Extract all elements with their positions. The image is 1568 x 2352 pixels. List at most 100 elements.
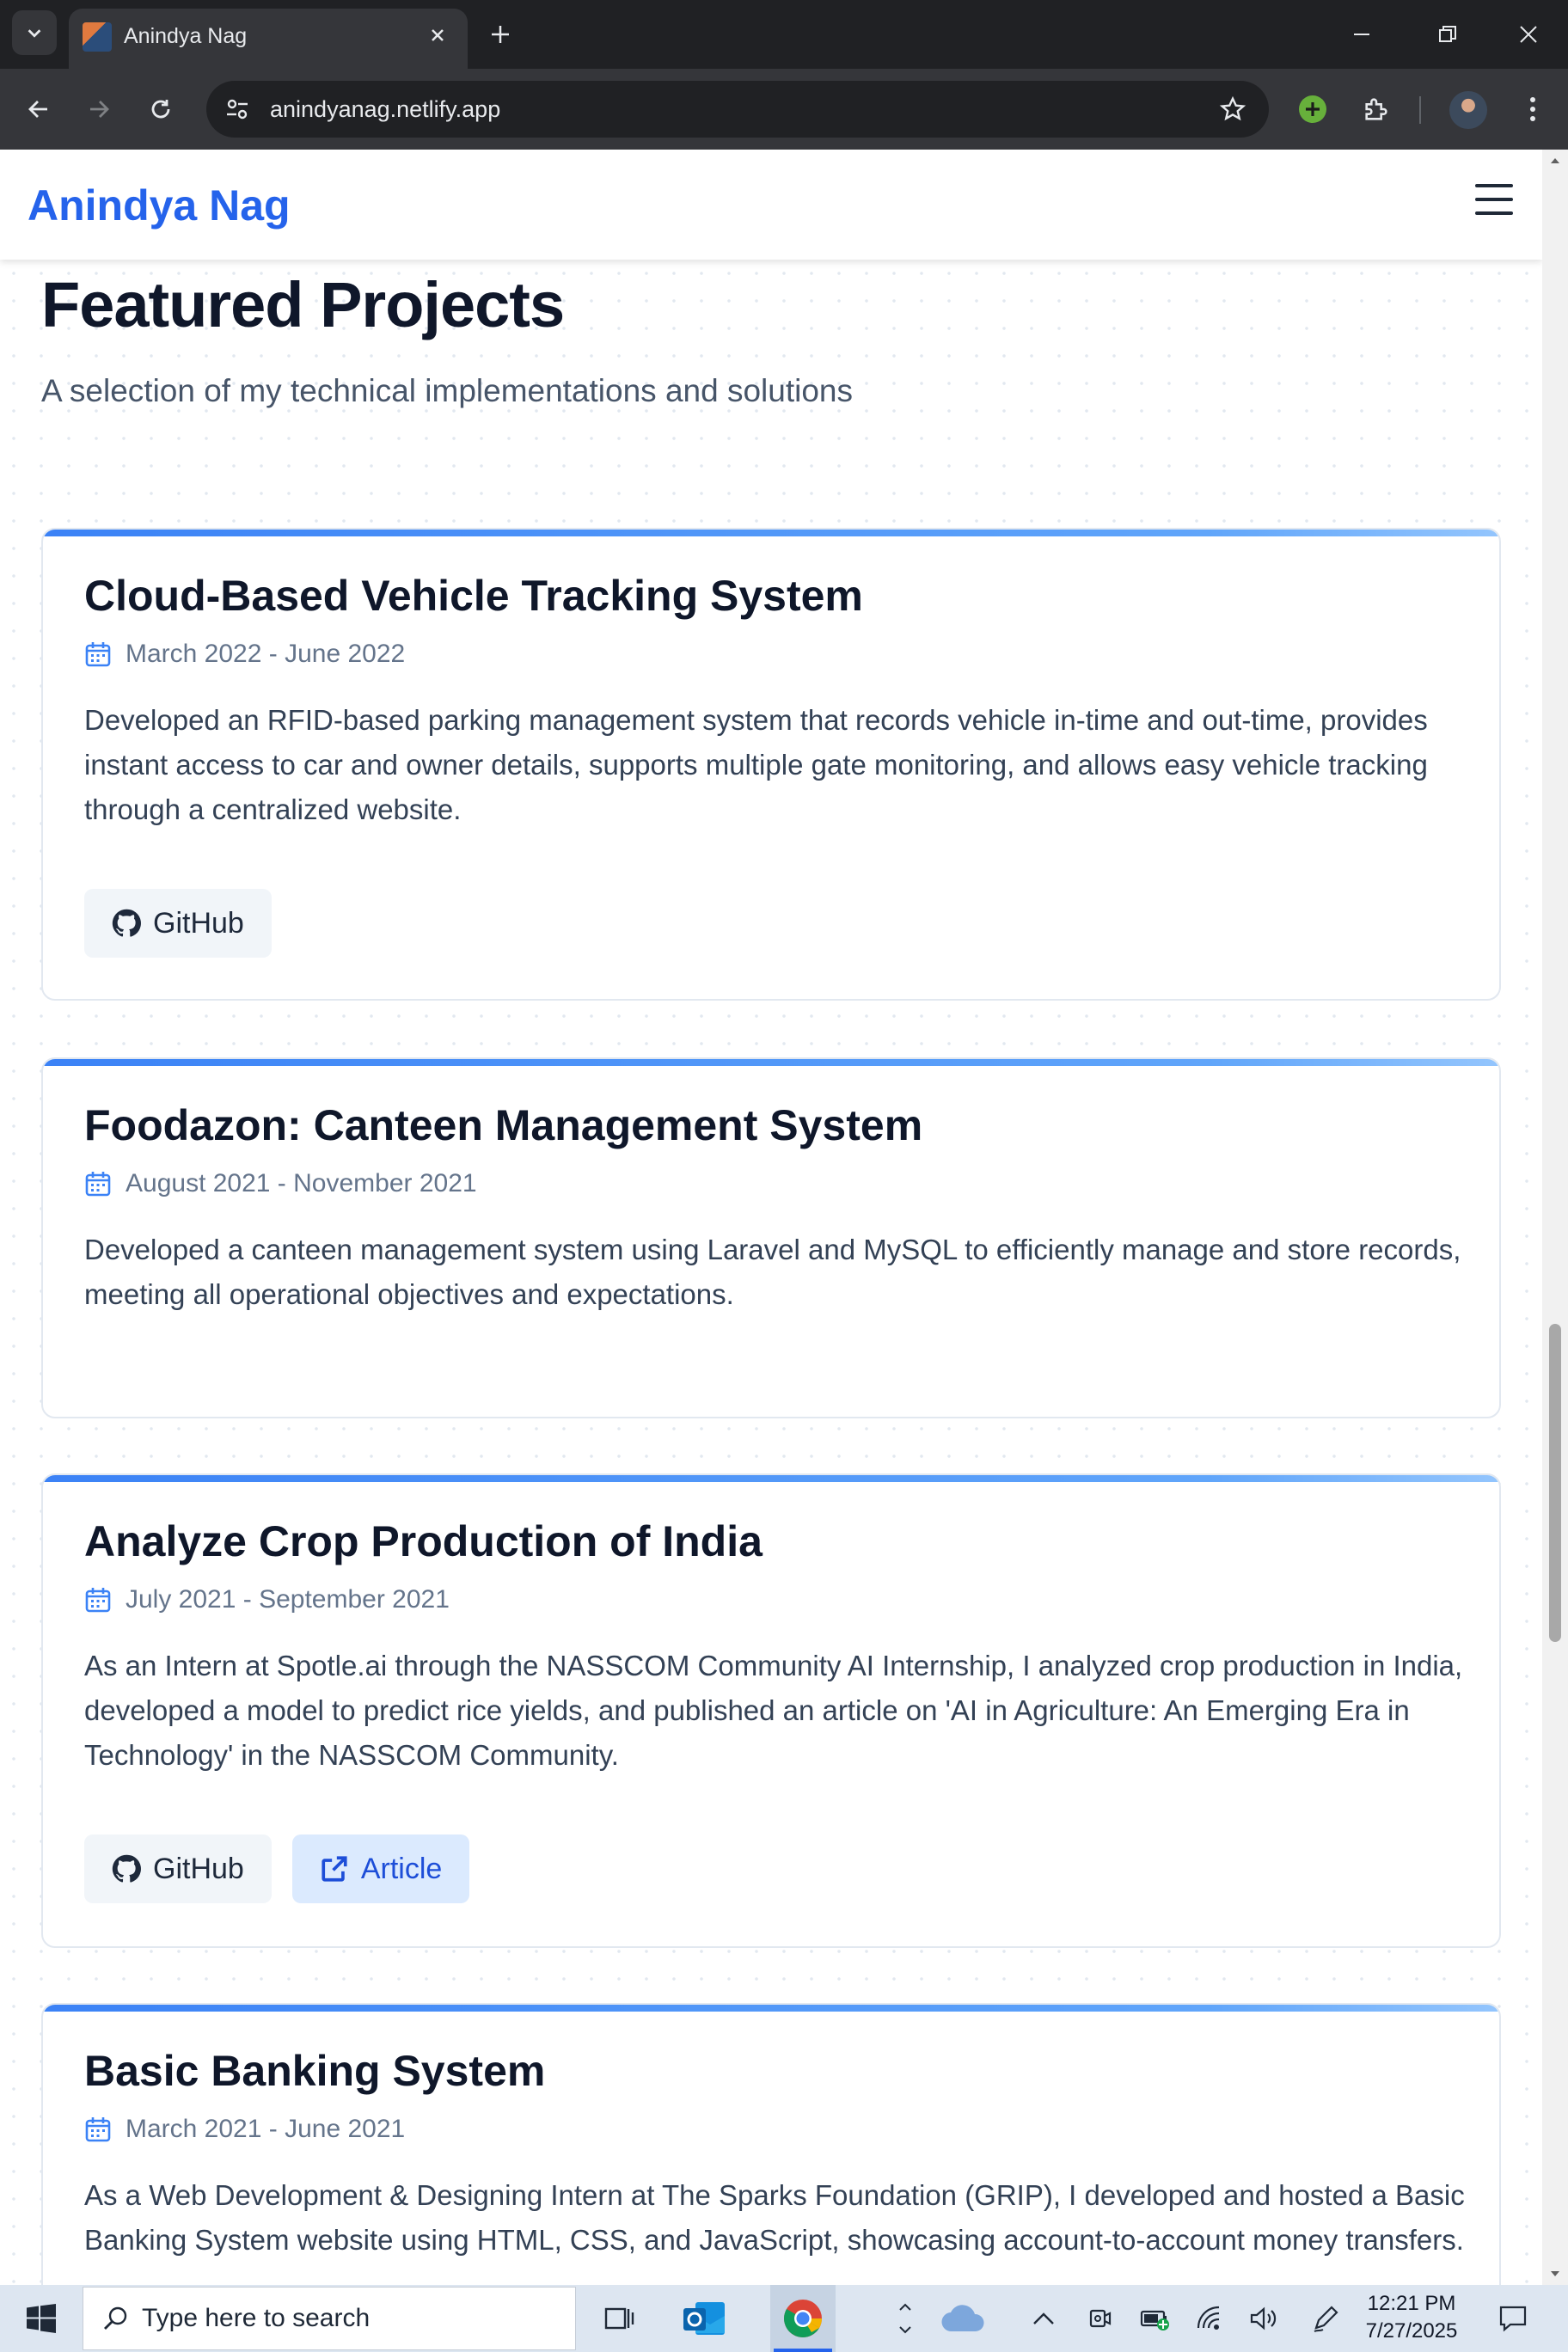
taskbar-search[interactable]: Type here to search <box>83 2287 576 2350</box>
calendar-icon <box>85 642 111 667</box>
meet-now-button[interactable] <box>1081 2285 1116 2352</box>
page-scrollbar[interactable] <box>1542 150 1568 2285</box>
github-button-label: GitHub <box>153 906 244 940</box>
bookmark-button[interactable] <box>1216 92 1250 126</box>
project-links: GitHub Article <box>84 1834 470 1903</box>
chevron-up-icon <box>1033 2312 1054 2324</box>
project-date: March 2022 - June 2022 <box>84 640 405 669</box>
wifi-icon <box>1197 2306 1220 2330</box>
project-card: Analyze Crop Production of India July 20… <box>41 1473 1501 1948</box>
hamburger-icon <box>1475 184 1513 187</box>
browser-tab[interactable]: Anindya Nag <box>69 9 468 69</box>
project-description: Developed an RFID-based parking manageme… <box>84 704 1428 825</box>
pen-workspace-button[interactable] <box>1307 2285 1344 2352</box>
plus-circle-icon <box>1299 95 1326 123</box>
new-tab-button[interactable] <box>481 15 519 53</box>
reload-icon <box>151 100 170 119</box>
project-description: Developed a canteen management system us… <box>84 1234 1461 1310</box>
minimize-button[interactable] <box>1339 12 1384 57</box>
more-vertical-icon <box>1530 97 1535 121</box>
browser-toolbar: anindyanag.netlify.app <box>0 69 1568 150</box>
show-hidden-icons-button[interactable] <box>1026 2285 1061 2352</box>
tab-search-button[interactable] <box>12 10 57 55</box>
project-card: Cloud-Based Vehicle Tracking System Marc… <box>41 528 1501 1001</box>
task-view-icon <box>604 2307 634 2330</box>
extensions-button[interactable] <box>1357 89 1396 129</box>
search-icon <box>104 2306 127 2330</box>
close-tab-button[interactable] <box>423 21 452 50</box>
volume-button[interactable] <box>1246 2285 1281 2352</box>
calendar-icon <box>85 1588 111 1613</box>
reload-button[interactable] <box>138 86 184 132</box>
calendar-icon <box>85 1172 111 1197</box>
outlook-icon <box>683 2302 725 2335</box>
scrollbar-thumb[interactable] <box>1549 1324 1561 1642</box>
project-description: As an Intern at Spotle.ai through the NA… <box>84 1650 1463 1771</box>
project-date-text: August 2021 - November 2021 <box>126 1169 477 1197</box>
project-links: GitHub <box>84 889 272 958</box>
chevron-up-icon <box>899 2303 911 2311</box>
taskbar: Type here to search 12:21 PM 7/27/2025 <box>0 2285 1568 2352</box>
task-view-button[interactable] <box>593 2285 645 2352</box>
search-placeholder: Type here to search <box>142 2304 371 2332</box>
back-button[interactable] <box>15 86 62 132</box>
project-date: August 2021 - November 2021 <box>84 1169 477 1198</box>
project-title: Basic Banking System <box>84 2047 546 2095</box>
pen-icon <box>1314 2306 1338 2332</box>
battery-button[interactable] <box>1136 2285 1174 2352</box>
project-date-text: March 2022 - June 2022 <box>126 640 406 668</box>
battery-icon <box>1140 2310 1169 2331</box>
scroll-up-icon[interactable] <box>1549 155 1561 167</box>
close-window-button[interactable] <box>1506 12 1551 57</box>
site-info-button[interactable] <box>220 92 254 126</box>
taskbar-clock[interactable]: 12:21 PM 7/27/2025 <box>1360 2290 1463 2345</box>
chrome-taskbar-icon[interactable] <box>770 2285 836 2352</box>
minimize-icon <box>1354 34 1369 35</box>
project-title: Foodazon: Canteen Management System <box>84 1101 923 1149</box>
close-icon <box>432 29 444 41</box>
github-button[interactable]: GitHub <box>84 889 272 958</box>
github-icon <box>112 909 141 937</box>
site-brand[interactable]: Anindya Nag <box>28 181 291 230</box>
article-button-label: Article <box>360 1852 443 1885</box>
taskbar-overflow-button[interactable] <box>892 2285 918 2352</box>
address-bar[interactable]: anindyanag.netlify.app <box>206 81 1269 138</box>
speaker-icon <box>1250 2306 1277 2331</box>
calendar-icon <box>85 2117 111 2142</box>
favicon-icon <box>83 22 112 52</box>
plus-icon <box>492 26 509 43</box>
restore-button[interactable] <box>1425 12 1470 57</box>
extension-plus-button[interactable] <box>1293 89 1332 129</box>
start-button[interactable] <box>14 2285 69 2352</box>
restore-icon <box>1439 26 1456 42</box>
project-title: Cloud-Based Vehicle Tracking System <box>84 572 863 620</box>
project-date: March 2021 - June 2021 <box>84 2115 405 2144</box>
project-date: July 2021 - September 2021 <box>84 1585 450 1614</box>
project-card: Basic Banking System March 2021 - June 2… <box>41 2003 1501 2285</box>
onedrive-button[interactable] <box>928 2285 997 2352</box>
profile-avatar[interactable] <box>1449 91 1487 129</box>
github-icon <box>112 1854 141 1883</box>
tune-icon <box>227 99 248 119</box>
github-button-label: GitHub <box>153 1852 244 1885</box>
browser-menu-button[interactable] <box>1513 89 1553 129</box>
project-date-text: March 2021 - June 2021 <box>126 2115 406 2143</box>
notifications-button[interactable] <box>1487 2285 1539 2352</box>
article-button[interactable]: Article <box>291 1834 470 1903</box>
github-button[interactable]: GitHub <box>84 1834 272 1903</box>
star-icon <box>1219 95 1246 121</box>
outlook-taskbar-icon[interactable] <box>676 2285 732 2352</box>
arrow-right-icon <box>90 101 109 118</box>
menu-button[interactable] <box>1475 184 1513 215</box>
chat-bubble-icon <box>1499 2306 1527 2332</box>
scroll-down-icon[interactable] <box>1549 2268 1561 2280</box>
arrow-left-icon <box>28 101 47 118</box>
network-button[interactable] <box>1193 2285 1228 2352</box>
external-link-icon <box>322 1856 347 1882</box>
toolbar-divider <box>1419 96 1421 124</box>
hamburger-icon-line <box>1475 211 1513 215</box>
forward-button[interactable] <box>76 86 122 132</box>
puzzle-icon <box>1365 98 1387 120</box>
section-subtitle: A selection of my technical implementati… <box>41 373 854 408</box>
chevron-down-icon <box>899 2326 911 2334</box>
